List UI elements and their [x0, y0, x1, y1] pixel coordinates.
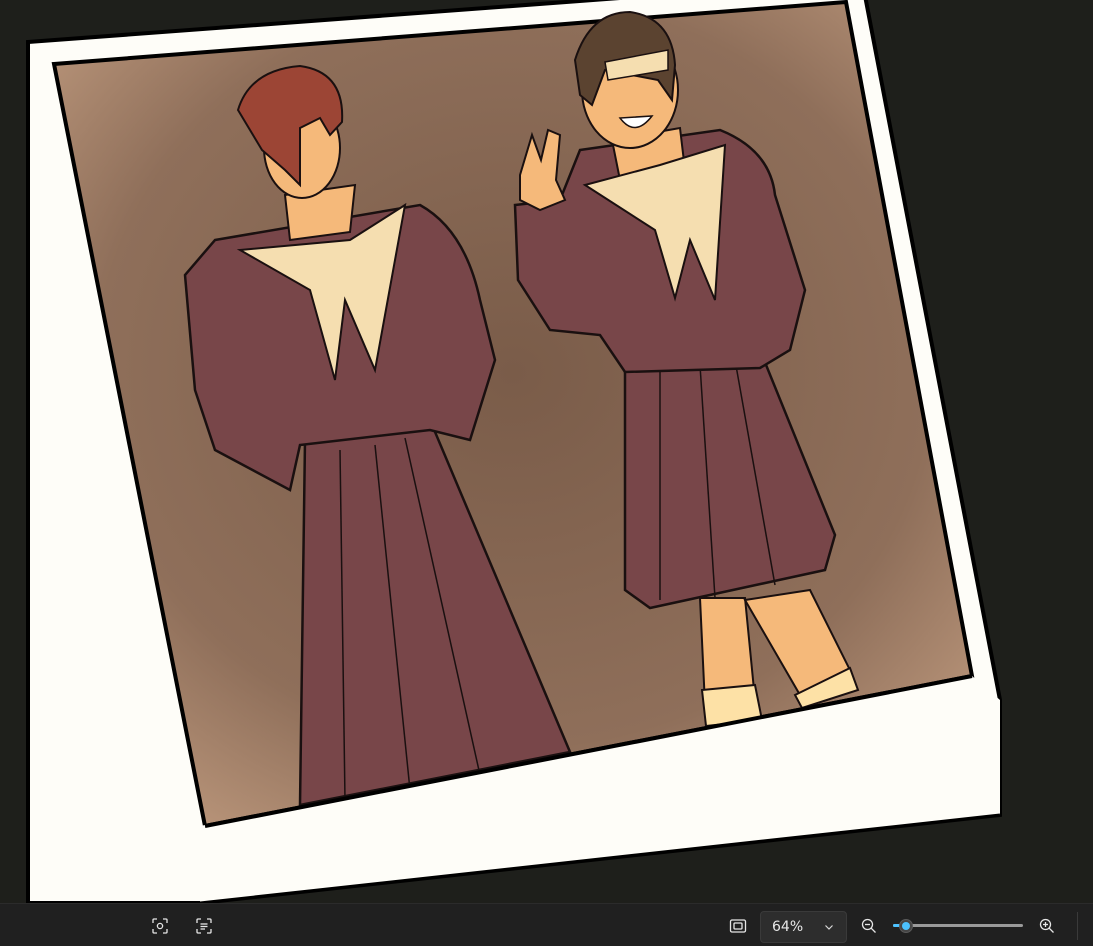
text-recognition-button[interactable]	[190, 912, 218, 940]
fit-to-window-icon	[729, 919, 747, 933]
visual-search-button[interactable]	[146, 912, 174, 940]
zoom-level-dropdown[interactable]: 64%	[760, 911, 847, 943]
toolbar-divider	[1077, 912, 1078, 940]
zoom-in-button[interactable]	[1033, 912, 1061, 940]
zoom-in-icon	[1039, 918, 1054, 933]
zoom-level-value: 64%	[772, 919, 804, 935]
zoom-slider[interactable]	[893, 919, 1023, 933]
visual-search-icon	[152, 918, 168, 934]
zoom-out-icon	[861, 918, 876, 933]
zoom-out-button[interactable]	[855, 912, 883, 940]
displayed-image	[26, 0, 1002, 903]
chevron-down-icon	[825, 925, 833, 930]
image-viewport[interactable]	[0, 0, 1093, 903]
zoom-slider-thumb[interactable]	[899, 919, 913, 933]
fit-to-window-button[interactable]	[724, 912, 752, 940]
text-recognition-icon	[196, 918, 212, 934]
bottom-toolbar: 64%	[0, 903, 1093, 946]
